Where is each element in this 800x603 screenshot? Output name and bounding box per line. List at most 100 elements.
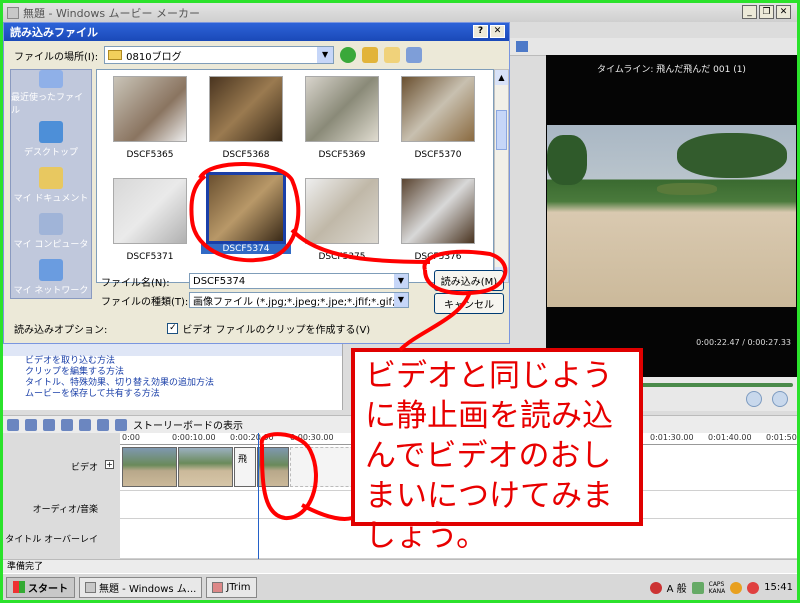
video-track-label: ビデオ +: [70, 460, 114, 473]
title-overlay-track-label: タイトル オーバーレイ: [5, 535, 98, 545]
place-computer[interactable]: マイ コンピュータ: [11, 208, 91, 254]
chevron-down-icon[interactable]: ▼: [317, 47, 334, 63]
dialog-close-button[interactable]: ✕: [490, 25, 505, 38]
documents-icon: [39, 166, 63, 189]
ime-icon[interactable]: [649, 581, 662, 594]
split-clip-button[interactable]: [746, 391, 762, 407]
task-link-effects[interactable]: タイトル、特殊効果、切り替え効果の追加方法: [3, 378, 342, 389]
clock: 15:41: [764, 582, 793, 593]
open-file-dialog: 読み込みファイル ? ✕ ファイルの場所(I): 0810ブログ ▼ 最近使った…: [3, 22, 510, 344]
import-button[interactable]: 読み込み(M): [434, 270, 504, 291]
task-link-capture[interactable]: ビデオを取り込む方法: [3, 356, 342, 367]
filetype-select[interactable]: 画像ファイル (*.jpg;*.jpeg;*.jpe;*.jfif;*.gif;…: [189, 292, 409, 308]
timeline-clip[interactable]: [178, 447, 233, 487]
back-icon[interactable]: [340, 47, 357, 63]
up-folder-icon[interactable]: [362, 47, 379, 63]
places-bar: 最近使ったファイル デスクトップ マイ ドキュメント マイ コンピュータ マイ …: [10, 69, 92, 299]
minimize-button[interactable]: _: [742, 5, 757, 19]
scroll-up-icon[interactable]: ▲: [495, 70, 508, 85]
movie-maker-icon: [85, 581, 96, 593]
storyboard-icon[interactable]: [115, 418, 127, 431]
import-options-row: 読み込みオプション: ✓ ビデオ ファイルのクリップを作成する(V): [14, 321, 370, 336]
network-icon: [39, 258, 63, 281]
task-link-save[interactable]: ムービーを保存して共有する方法: [3, 389, 342, 400]
look-in-select[interactable]: 0810ブログ ▼: [104, 46, 335, 64]
import-options-label: 読み込みオプション:: [14, 325, 108, 336]
filename-input[interactable]: DSCF5374 ▼: [189, 273, 409, 289]
file-thumbnail[interactable]: DSCF5368: [201, 76, 291, 160]
new-folder-icon[interactable]: [384, 47, 401, 63]
place-recent[interactable]: 最近使ったファイル: [11, 70, 91, 116]
movie-maker-icon: [7, 6, 19, 19]
dialog-titlebar: 読み込みファイル ? ✕: [4, 23, 509, 41]
alert-icon[interactable]: [747, 581, 760, 594]
place-desktop[interactable]: デスクトップ: [11, 116, 91, 162]
file-thumbnail[interactable]: DSCF5369: [297, 76, 387, 160]
timeline-playhead[interactable]: [258, 433, 259, 561]
filetype-label: ファイルの種類(T):: [101, 296, 189, 308]
file-thumbnail[interactable]: DSCF5375: [297, 178, 387, 262]
tick-label: 0:01:50.00: [766, 433, 800, 442]
folder-icon: [108, 50, 123, 60]
file-thumbnail[interactable]: DSCF5365: [105, 76, 195, 160]
timeline-clip[interactable]: 飛: [234, 447, 256, 487]
set-audio-icon[interactable]: [7, 418, 19, 431]
timeline-clip[interactable]: [257, 447, 289, 487]
caps-kana-indicator: CAPS KANA: [708, 580, 726, 595]
chevron-down-icon[interactable]: ▼: [394, 274, 408, 288]
zoom-out-icon[interactable]: [61, 418, 73, 431]
preview-toolbar: [510, 38, 797, 56]
file-list-scrollbar[interactable]: ▲ ▼: [494, 69, 509, 283]
security-shield-icon[interactable]: [730, 581, 743, 594]
create-clips-checkbox[interactable]: ✓ ビデオ ファイルのクリップを作成する(V): [167, 321, 370, 336]
tick-label: 0:01:30.00: [650, 433, 694, 442]
ime-mode[interactable]: A 般: [667, 580, 687, 595]
place-documents[interactable]: マイ ドキュメント: [11, 162, 91, 208]
annotation-callout: ビデオと同じように静止画を読み込んでビデオのおしまいにつけてみましょう。: [351, 348, 643, 554]
close-window-button[interactable]: ✕: [776, 5, 791, 19]
file-thumbnail[interactable]: DSCF5371: [105, 178, 195, 262]
snapshot-button[interactable]: [772, 391, 788, 407]
scroll-thumb[interactable]: [496, 110, 507, 150]
look-in-row: ファイルの場所(I): 0810ブログ ▼: [4, 43, 509, 67]
dialog-title: 読み込みファイル: [10, 26, 98, 39]
recent-icon: [39, 70, 63, 88]
jtrim-icon: [212, 581, 224, 593]
tick-label: 0:01:40.00: [708, 433, 752, 442]
start-button[interactable]: スタート: [6, 576, 75, 598]
tick-label: 0:00:30.00: [290, 433, 334, 442]
windows-logo-icon: [13, 581, 25, 593]
filename-row: ファイル名(N): DSCF5374 ▼: [101, 272, 409, 290]
tick-label: 0:00:20.00: [230, 433, 274, 442]
tick-label: 0:00: [122, 433, 140, 442]
file-thumbnail[interactable]: DSCF5376: [393, 178, 483, 262]
taskbar-item-jtrim[interactable]: JTrim: [206, 576, 257, 598]
help-button[interactable]: ?: [473, 25, 488, 38]
look-in-label: ファイルの場所(I):: [14, 51, 99, 63]
preview-monitor: タイムライン: 飛んだ飛んだ 001 (1) 0:00:22.47 / 0:00…: [546, 55, 797, 377]
taskbar-item-moviemaker[interactable]: 無題 - Windows ム...: [79, 576, 203, 598]
checkbox-checked-icon[interactable]: ✓: [167, 323, 179, 334]
rewind-icon[interactable]: [79, 418, 91, 431]
task-link-edit[interactable]: クリップを編集する方法: [3, 367, 342, 378]
cancel-button[interactable]: キャンセル: [434, 293, 504, 314]
maximize-button[interactable]: ❐: [759, 5, 774, 19]
storyboard-button[interactable]: ストーリーボードの表示: [133, 417, 243, 432]
place-network[interactable]: マイ ネットワーク: [11, 254, 91, 300]
view-icon[interactable]: [516, 41, 528, 52]
preview-timecode: 0:00:22.47 / 0:00:27.33: [696, 338, 791, 347]
file-thumbnail[interactable]: DSCF5370: [393, 76, 483, 160]
timeline-clip[interactable]: [122, 447, 177, 487]
audio-track-label: オーディオ/音楽: [32, 505, 98, 515]
file-thumbnail-selected[interactable]: DSCF5374: [201, 172, 291, 254]
view-menu-icon[interactable]: [406, 47, 423, 63]
chevron-down-icon[interactable]: ▼: [394, 293, 408, 307]
taskbar: スタート 無題 - Windows ム... JTrim A 般 CAPS KAN…: [3, 573, 797, 600]
computer-icon: [39, 212, 63, 235]
ime-tool-icon[interactable]: [691, 581, 704, 594]
preview-video-frame: [547, 125, 796, 307]
zoom-in-icon[interactable]: [43, 418, 55, 431]
status-bar: 準備完了: [3, 559, 797, 573]
narrate-icon[interactable]: [25, 418, 37, 431]
play-timeline-icon[interactable]: [97, 418, 109, 431]
